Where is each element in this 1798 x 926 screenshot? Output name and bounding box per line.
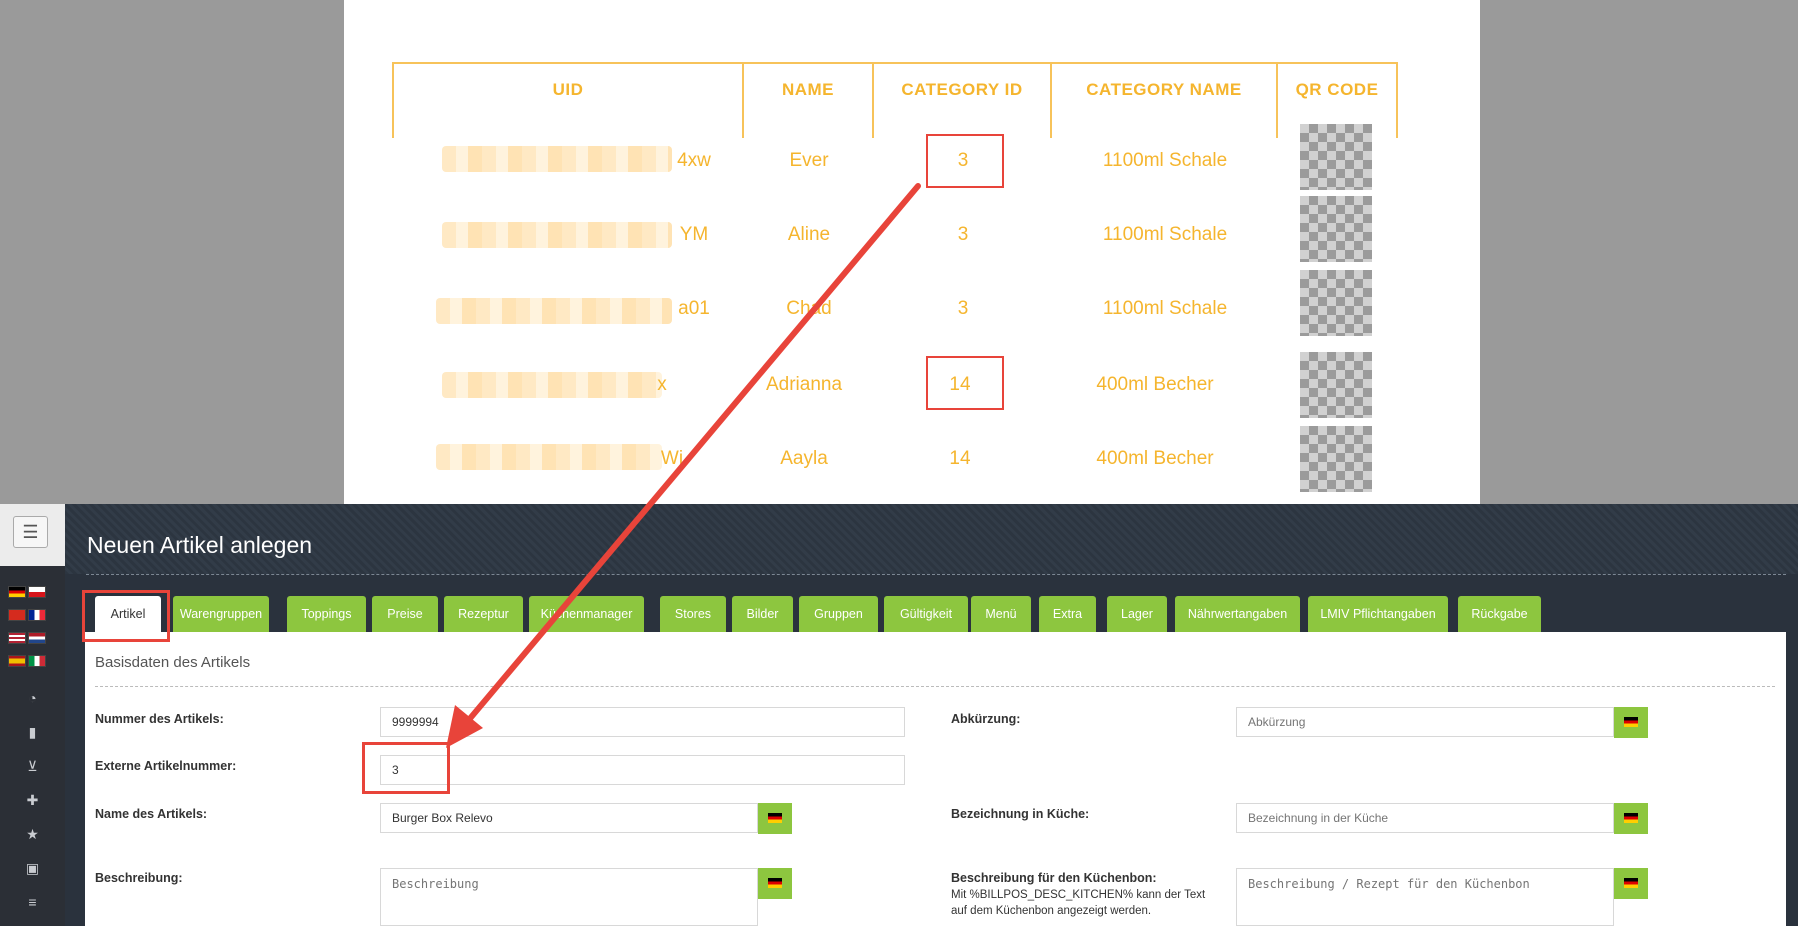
annotation-arrow bbox=[446, 183, 921, 748]
arrow-line bbox=[459, 183, 921, 731]
